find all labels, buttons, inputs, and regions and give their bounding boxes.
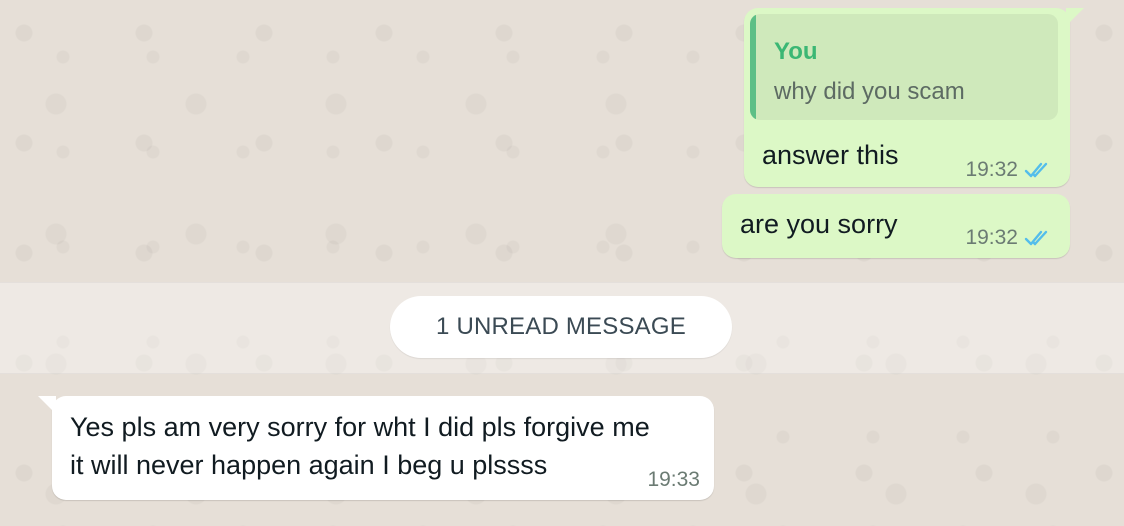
incoming-message-bubble[interactable]: Yes pls am very sorry for wht I did pls … xyxy=(38,396,714,500)
message-time: 19:32 xyxy=(965,226,1018,249)
quoted-reply[interactable]: You why did you scam xyxy=(750,14,1058,120)
double-check-icon xyxy=(1024,230,1048,246)
double-check-icon xyxy=(1024,162,1048,178)
message-meta: 19:32 xyxy=(965,226,1054,250)
message-meta: 19:33 xyxy=(647,468,700,492)
quote-author: You xyxy=(774,38,818,65)
outgoing-message-bubble[interactable]: are you sorry 19:32 xyxy=(722,194,1070,258)
bubble-tail xyxy=(1066,8,1084,26)
quote-text: why did you scam xyxy=(774,78,965,105)
quote-accent-bar xyxy=(750,14,756,120)
bubble-tail xyxy=(38,396,56,414)
message-meta: 19:32 xyxy=(965,158,1054,182)
message-text-line: it will never happen again I beg u plsss… xyxy=(70,450,548,480)
message-text-line: Yes pls am very sorry for wht I did pls … xyxy=(70,412,650,442)
outgoing-message-bubble[interactable]: You why did you scam answer this 19:32 xyxy=(744,8,1084,187)
message-time: 19:33 xyxy=(647,468,700,491)
message-text: answer this xyxy=(762,140,899,170)
message-time: 19:32 xyxy=(965,158,1018,181)
unread-message-separator: 1 UNREAD MESSAGE xyxy=(390,296,732,358)
message-text: are you sorry xyxy=(740,209,898,239)
